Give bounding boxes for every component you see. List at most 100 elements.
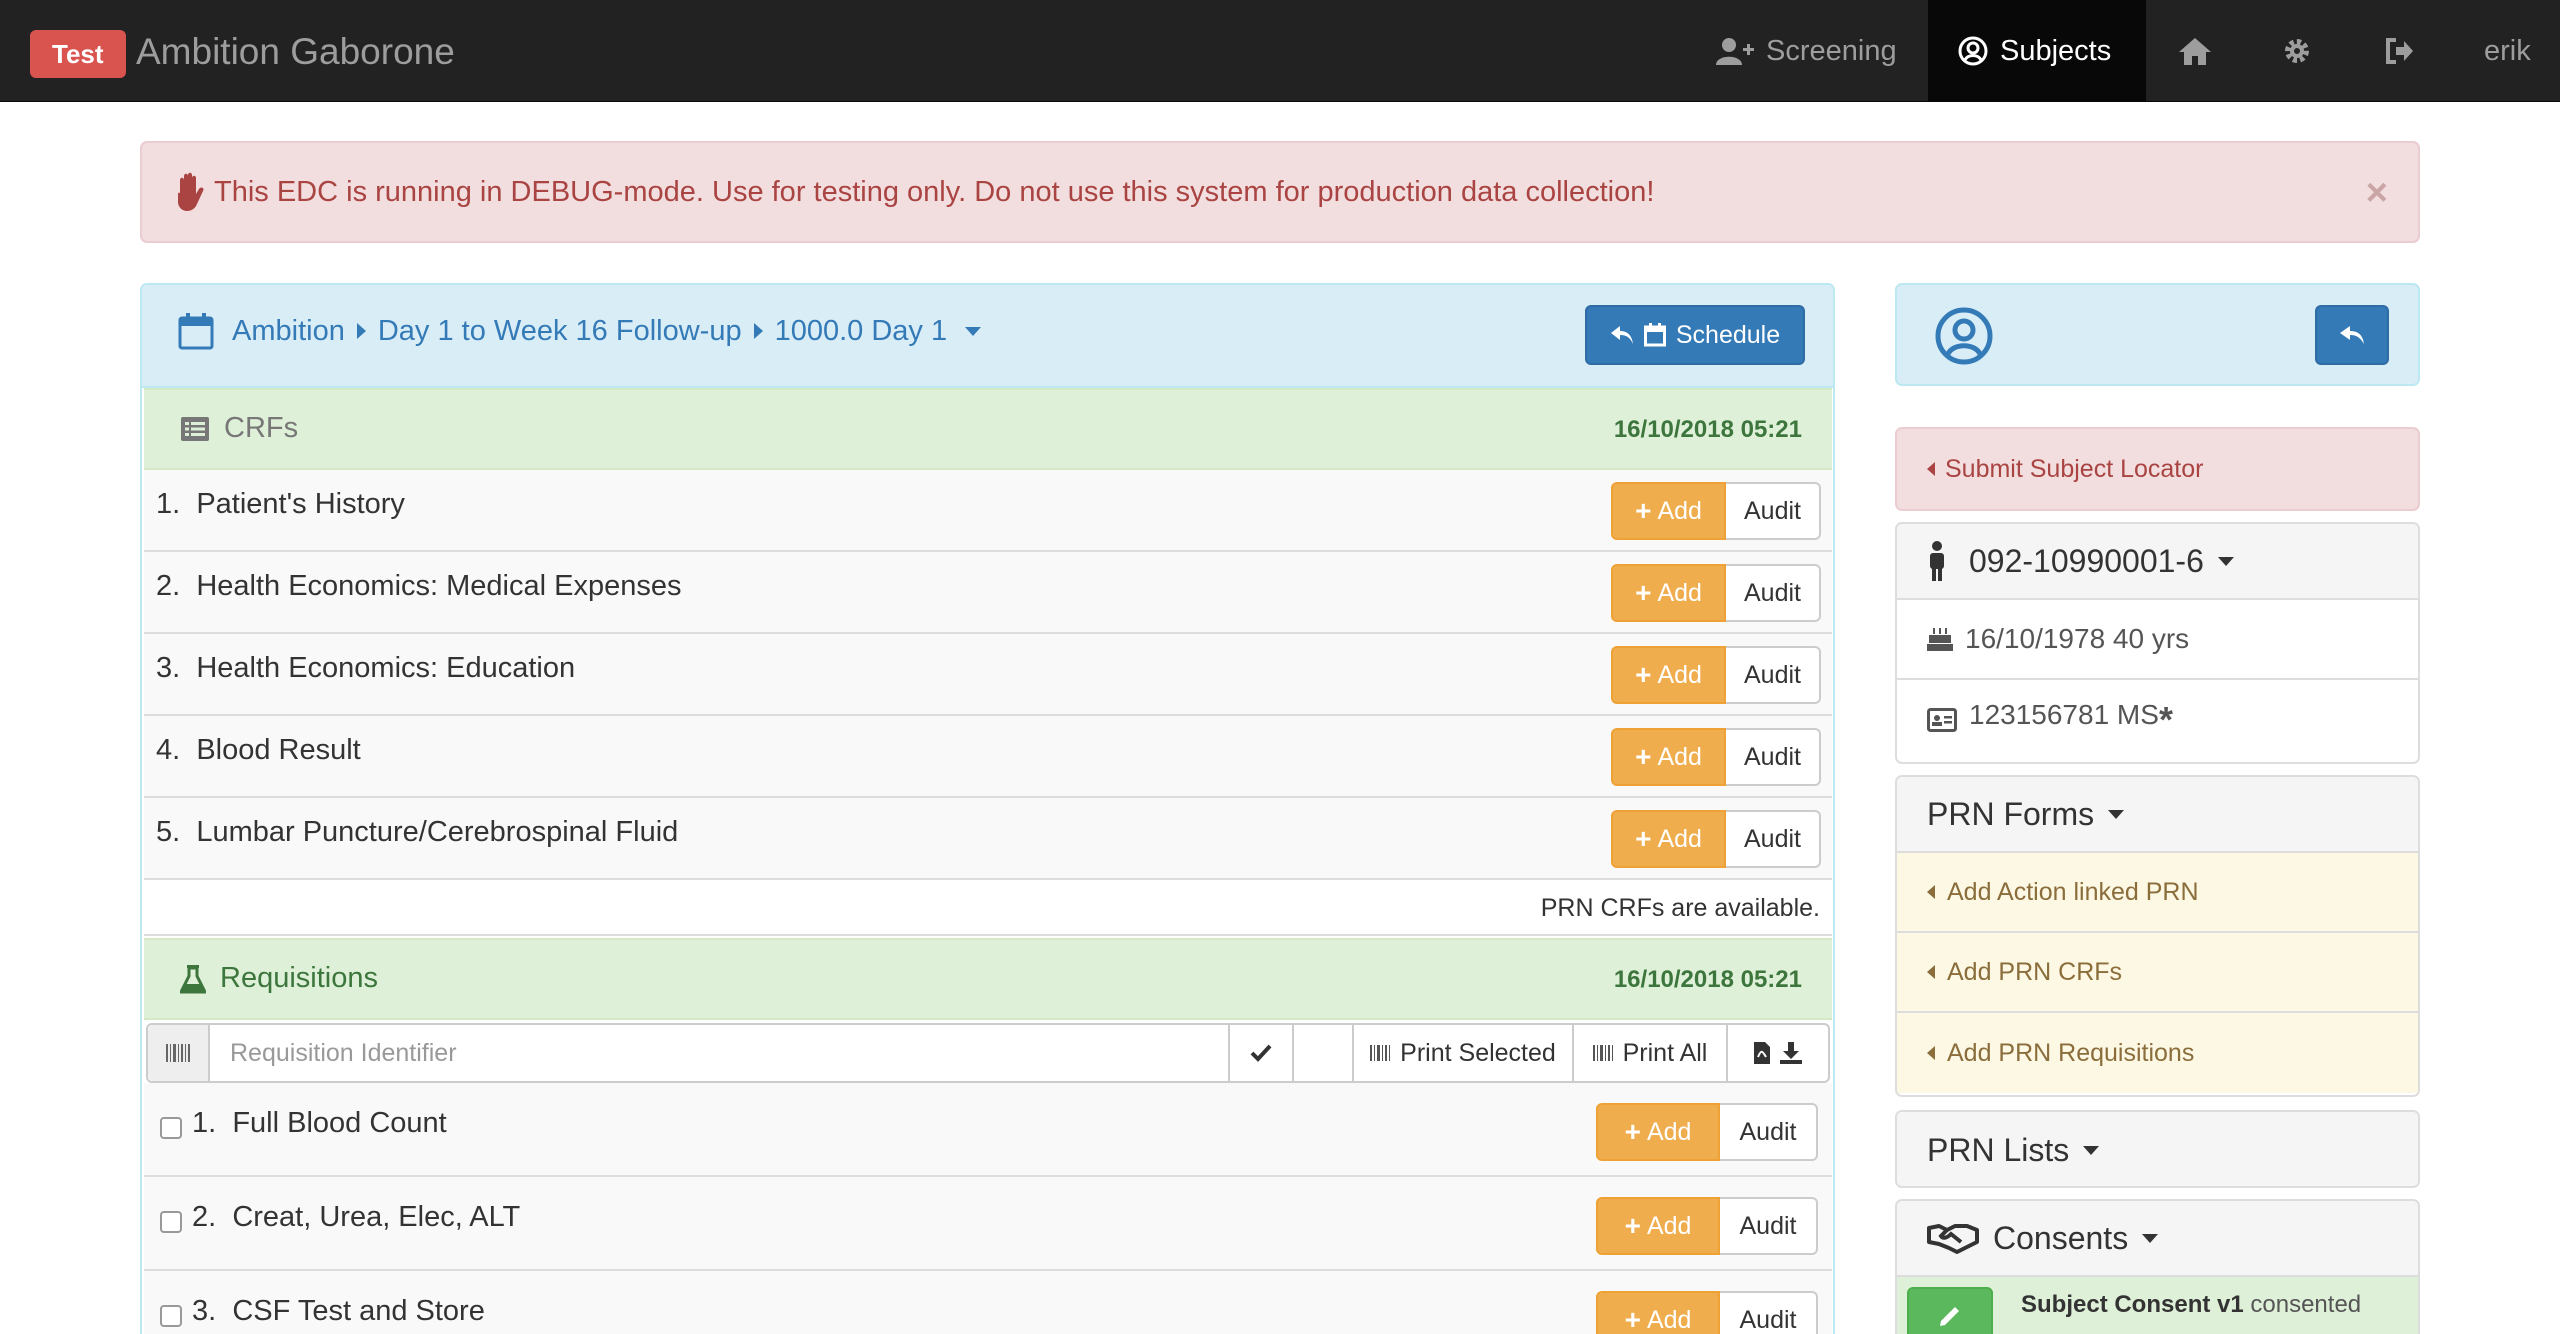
caret-down-icon xyxy=(2142,1233,2159,1243)
prn-forms-title: PRN Forms xyxy=(1927,795,2095,832)
audit-button[interactable]: Audit xyxy=(1726,728,1821,786)
subject-locator-link[interactable]: Submit Subject Locator xyxy=(1895,427,2420,511)
caret-down-icon[interactable] xyxy=(965,326,982,336)
user-circle-icon xyxy=(1935,307,1993,365)
crf-row: 2. Health Economics: Medical Expenses + A… xyxy=(144,552,1832,634)
requisition-label: Full Blood Count xyxy=(232,1107,447,1139)
requisition-checkbox[interactable] xyxy=(160,1305,182,1327)
chevron-right-icon xyxy=(356,323,366,339)
sign-out-icon xyxy=(2386,38,2413,64)
requisitions-title: Requisitions xyxy=(180,962,378,995)
barcode-icon xyxy=(1592,1045,1613,1061)
add-prn-crfs-link[interactable]: Add PRN CRFs xyxy=(1897,933,2418,1013)
add-user-icon xyxy=(1716,38,1754,65)
requisition-checkbox[interactable] xyxy=(160,1211,182,1233)
visit-panel-heading: Ambition Day 1 to Week 16 Follow-up 1000… xyxy=(142,285,1833,388)
prn-lists-header[interactable]: PRN Lists xyxy=(1897,1112,2418,1186)
plus-icon: + xyxy=(1624,1210,1641,1241)
add-requisition-button[interactable]: + Add xyxy=(1596,1291,1720,1334)
barcode-icon xyxy=(1370,1045,1391,1061)
prn-forms-header[interactable]: PRN Forms xyxy=(1897,777,2418,853)
print-all-button[interactable]: Print All xyxy=(1574,1025,1728,1081)
crf-number: 1. xyxy=(156,488,181,520)
caret-left-icon xyxy=(1927,885,1935,899)
env-badge: Test xyxy=(30,30,126,78)
consent-name: Subject Consent v1 xyxy=(2021,1291,2244,1318)
edit-consent-button[interactable] xyxy=(1907,1287,1993,1334)
audit-button[interactable]: Audit xyxy=(1726,646,1821,704)
app-brand[interactable]: Ambition Gaborone xyxy=(136,30,455,74)
caret-left-icon xyxy=(1927,462,1935,476)
check-icon xyxy=(1250,1044,1272,1062)
plus-icon: + xyxy=(1624,1304,1641,1334)
breadcrumb-schedule[interactable]: Day 1 to Week 16 Follow-up xyxy=(378,315,742,348)
nav-subjects-label: Subjects xyxy=(2000,34,2112,67)
subject-id: 092-10990001-6 xyxy=(1969,542,2204,579)
audit-button[interactable]: Audit xyxy=(1720,1197,1818,1255)
add-label: Add xyxy=(1657,496,1702,525)
nav-home[interactable] xyxy=(2178,0,2212,102)
prn-lists-box: PRN Lists xyxy=(1895,1110,2420,1188)
back-button[interactable] xyxy=(2315,305,2389,365)
prn-crfs-note: PRN CRFs are available. xyxy=(144,880,1832,936)
add-label: Add xyxy=(1657,824,1702,853)
nav-user-label: erik xyxy=(2484,34,2531,67)
requisition-number: 1. xyxy=(192,1107,217,1139)
audit-button[interactable]: Audit xyxy=(1726,810,1821,868)
prn-lists-title: PRN Lists xyxy=(1927,1131,2070,1168)
plus-icon: + xyxy=(1635,577,1652,608)
plus-icon: + xyxy=(1624,1116,1641,1147)
export-pdf-button[interactable] xyxy=(1728,1025,1828,1081)
nav-screening-label: Screening xyxy=(1766,34,1897,67)
breadcrumb-trial[interactable]: Ambition xyxy=(232,315,345,348)
add-label: Add xyxy=(1646,1305,1692,1334)
id-card-icon xyxy=(1927,708,1957,732)
add-label: Add xyxy=(1646,1211,1692,1240)
prn-item-label: Add Action linked PRN xyxy=(1947,877,2199,906)
caret-down-icon xyxy=(2108,809,2125,819)
alert-close-button[interactable]: × xyxy=(2366,171,2388,215)
audit-button[interactable]: Audit xyxy=(1726,482,1821,540)
print-selected-button[interactable]: Print Selected xyxy=(1354,1025,1574,1081)
audit-button[interactable]: Audit xyxy=(1726,564,1821,622)
user-circle-icon xyxy=(1958,36,1988,66)
requisition-number: 2. xyxy=(192,1201,217,1233)
subject-dob: 16/10/1978 40 yrs xyxy=(1897,600,2418,680)
crf-number: 4. xyxy=(156,734,181,766)
add-crf-button[interactable]: + Add xyxy=(1611,646,1726,704)
consents-header[interactable]: Consents xyxy=(1897,1201,2418,1277)
add-requisition-button[interactable]: + Add xyxy=(1596,1197,1720,1255)
print-selected-label: Print Selected xyxy=(1400,1038,1556,1067)
prn-item-label: Add PRN CRFs xyxy=(1947,957,2123,986)
add-action-linked-prn-link[interactable]: Add Action linked PRN xyxy=(1897,853,2418,933)
audit-button[interactable]: Audit xyxy=(1720,1291,1818,1334)
subject-panel xyxy=(1895,283,2420,386)
add-crf-button[interactable]: + Add xyxy=(1611,482,1726,540)
crf-label: Health Economics: Education xyxy=(196,652,576,684)
add-prn-requisitions-link[interactable]: Add PRN Requisitions xyxy=(1897,1013,2418,1093)
caret-down-icon xyxy=(2083,1145,2100,1155)
subject-id-header[interactable]: 092-10990001-6 xyxy=(1897,524,2418,600)
crf-row: 3. Health Economics: Education + Add Audi… xyxy=(144,634,1832,716)
add-requisition-button[interactable]: + Add xyxy=(1596,1103,1720,1161)
nav-logout[interactable] xyxy=(2384,0,2414,102)
nav-settings[interactable] xyxy=(2282,0,2312,102)
requisitions-title-label: Requisitions xyxy=(220,962,378,994)
add-crf-button[interactable]: + Add xyxy=(1611,728,1726,786)
add-crf-button[interactable]: + Add xyxy=(1611,810,1726,868)
crf-row: 5. Lumbar Puncture/Cerebrospinal Fluid +… xyxy=(144,798,1832,880)
nav-screening[interactable]: Screening xyxy=(1716,0,1916,102)
crf-number: 3. xyxy=(156,652,181,684)
schedule-button[interactable]: Schedule xyxy=(1585,305,1805,365)
prn-forms-box: PRN Forms Add Action linked PRN Add PRN … xyxy=(1895,775,2420,1097)
nav-subjects[interactable]: Subjects xyxy=(1928,0,2146,102)
add-crf-button[interactable]: + Add xyxy=(1611,564,1726,622)
confirm-button[interactable] xyxy=(1230,1025,1294,1081)
audit-button[interactable]: Audit xyxy=(1720,1103,1818,1161)
breadcrumb-visit[interactable]: 1000.0 Day 1 xyxy=(775,315,948,348)
nav-user[interactable]: erik xyxy=(2484,0,2531,102)
requisition-identifier-input[interactable]: Requisition Identifier xyxy=(210,1025,1230,1081)
add-label: Add xyxy=(1657,742,1702,771)
home-icon xyxy=(2179,38,2211,65)
requisition-checkbox[interactable] xyxy=(160,1117,182,1139)
